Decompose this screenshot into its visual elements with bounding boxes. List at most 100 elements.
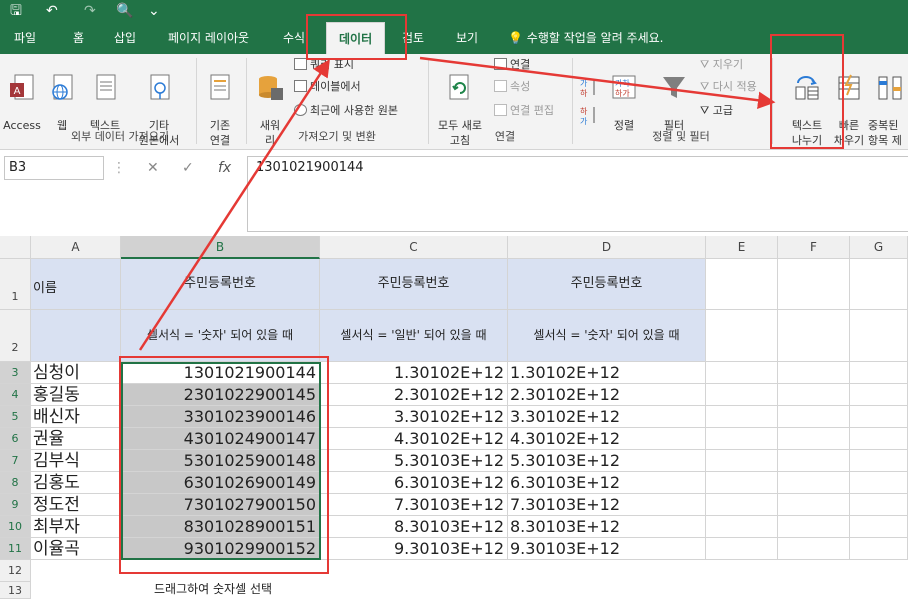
cell-g10[interactable] <box>850 516 908 538</box>
tell-me-box[interactable]: 💡 수행할 작업을 알려 주세요. <box>508 22 663 54</box>
cell-b1[interactable]: 주민등록번호 <box>121 259 320 310</box>
cell-d1[interactable]: 주민등록번호 <box>508 259 706 310</box>
column-header-d[interactable]: D <box>508 236 706 259</box>
row-header-12[interactable]: 12 <box>0 560 31 582</box>
cell-d6[interactable]: 4.30102E+12 <box>508 428 706 450</box>
select-all-corner[interactable] <box>0 236 31 259</box>
cell-e3[interactable] <box>706 362 778 384</box>
cell-c7[interactable]: 5.30103E+12 <box>320 450 508 472</box>
formula-input[interactable]: 1301021900144 <box>247 156 908 232</box>
cell-a5[interactable]: 배신자 <box>31 406 121 428</box>
reapply-button[interactable]: ⛛ 다시 적용 <box>700 78 757 96</box>
cell-d5[interactable]: 3.30102E+12 <box>508 406 706 428</box>
cell-a9[interactable]: 정도전 <box>31 494 121 516</box>
cell-g4[interactable] <box>850 384 908 406</box>
cell-d4[interactable]: 2.30102E+12 <box>508 384 706 406</box>
save-icon[interactable]: 🖫 <box>10 1 22 21</box>
cell-f3[interactable] <box>778 362 850 384</box>
cell-e9[interactable] <box>706 494 778 516</box>
cell-f6[interactable] <box>778 428 850 450</box>
cell-c2[interactable]: 셀서식 = '일반' 되어 있을 때 <box>320 310 508 362</box>
from-access-button[interactable]: A Access <box>2 58 42 148</box>
insert-function-icon[interactable]: fx <box>218 156 231 180</box>
clear-filter-button[interactable]: ⛛ 지우기 <box>700 56 743 74</box>
sort-ascending-button[interactable]: 가 하 <box>578 62 604 97</box>
tab-view[interactable]: 보기 <box>456 22 478 54</box>
cell-f11[interactable] <box>778 538 850 560</box>
cell-c5[interactable]: 3.30102E+12 <box>320 406 508 428</box>
cell-b2[interactable]: 셀서식 = '숫자' 되어 있을 때 <box>121 310 320 362</box>
cell-a8[interactable]: 김홍도 <box>31 472 121 494</box>
cell-f5[interactable] <box>778 406 850 428</box>
cell-e6[interactable] <box>706 428 778 450</box>
cancel-icon[interactable]: ✕ <box>147 156 159 180</box>
cell-g5[interactable] <box>850 406 908 428</box>
column-header-g[interactable]: G <box>850 236 908 259</box>
cell-e8[interactable] <box>706 472 778 494</box>
cell-a4[interactable]: 홍길동 <box>31 384 121 406</box>
cell-a1[interactable]: 이름 <box>31 259 121 310</box>
cell-d11[interactable]: 9.30103E+12 <box>508 538 706 560</box>
connections-button[interactable]: 연결 <box>494 56 530 74</box>
row-header-7[interactable]: 7 <box>0 450 31 472</box>
sort-descending-button[interactable]: 하 가 <box>578 90 604 125</box>
print-preview-icon[interactable]: 🔍 <box>116 1 133 21</box>
cell-a11[interactable]: 이율곡 <box>31 538 121 560</box>
cell-d9[interactable]: 7.30103E+12 <box>508 494 706 516</box>
cell-g2[interactable] <box>850 310 908 362</box>
column-header-a[interactable]: A <box>31 236 121 259</box>
existing-connections-button[interactable]: 기존 연결 <box>198 58 242 149</box>
cell-g11[interactable] <box>850 538 908 560</box>
cell-c3[interactable]: 1.30102E+12 <box>320 362 508 384</box>
column-header-c[interactable]: C <box>320 236 508 259</box>
recent-sources-button[interactable]: 최근에 사용한 원본 <box>294 102 398 120</box>
cell-a7[interactable]: 김부식 <box>31 450 121 472</box>
cell-a6[interactable]: 권율 <box>31 428 121 450</box>
cell-e4[interactable] <box>706 384 778 406</box>
undo-icon[interactable]: ↶ <box>46 1 58 21</box>
cell-d10[interactable]: 8.30103E+12 <box>508 516 706 538</box>
cell-e11[interactable] <box>706 538 778 560</box>
cell-e7[interactable] <box>706 450 778 472</box>
cell-f9[interactable] <box>778 494 850 516</box>
cell-g9[interactable] <box>850 494 908 516</box>
cell-f4[interactable] <box>778 384 850 406</box>
row-header-8[interactable]: 8 <box>0 472 31 494</box>
cell-e1[interactable] <box>706 259 778 310</box>
cell-g1[interactable] <box>850 259 908 310</box>
cell-a10[interactable]: 최부자 <box>31 516 121 538</box>
cell-c8[interactable]: 6.30103E+12 <box>320 472 508 494</box>
cell-d3[interactable]: 1.30102E+12 <box>508 362 706 384</box>
row-header-9[interactable]: 9 <box>0 494 31 516</box>
cell-d2[interactable]: 셀서식 = '숫자' 되어 있을 때 <box>508 310 706 362</box>
row-header-1[interactable]: 1 <box>0 259 31 310</box>
row-header-4[interactable]: 4 <box>0 384 31 406</box>
cell-f8[interactable] <box>778 472 850 494</box>
cell-f1[interactable] <box>778 259 850 310</box>
cell-g6[interactable] <box>850 428 908 450</box>
row-header-3[interactable]: 3 <box>0 362 31 384</box>
cell-e2[interactable] <box>706 310 778 362</box>
cell-d7[interactable]: 5.30103E+12 <box>508 450 706 472</box>
redo-icon[interactable]: ↷ <box>84 1 96 21</box>
cell-c9[interactable]: 7.30103E+12 <box>320 494 508 516</box>
column-header-e[interactable]: E <box>706 236 778 259</box>
customize-qat-icon[interactable]: ⌄ <box>148 1 160 21</box>
column-header-f[interactable]: F <box>778 236 850 259</box>
tab-insert[interactable]: 삽입 <box>114 22 136 54</box>
cell-e10[interactable] <box>706 516 778 538</box>
cell-f7[interactable] <box>778 450 850 472</box>
row-header-10[interactable]: 10 <box>0 516 31 538</box>
cell-d8[interactable]: 6.30103E+12 <box>508 472 706 494</box>
tab-file[interactable]: 파일 <box>14 22 36 54</box>
cell-f2[interactable] <box>778 310 850 362</box>
cell-e5[interactable] <box>706 406 778 428</box>
edit-links-button[interactable]: 연결 편집 <box>494 102 554 120</box>
column-header-b[interactable]: B <box>121 236 320 259</box>
row-header-11[interactable]: 11 <box>0 538 31 560</box>
cell-a2[interactable] <box>31 310 121 362</box>
cell-g3[interactable] <box>850 362 908 384</box>
remove-duplicates-button[interactable]: 중복된 항목 제 <box>868 58 908 149</box>
row-header-6[interactable]: 6 <box>0 428 31 450</box>
enter-icon[interactable]: ✓ <box>182 156 194 180</box>
